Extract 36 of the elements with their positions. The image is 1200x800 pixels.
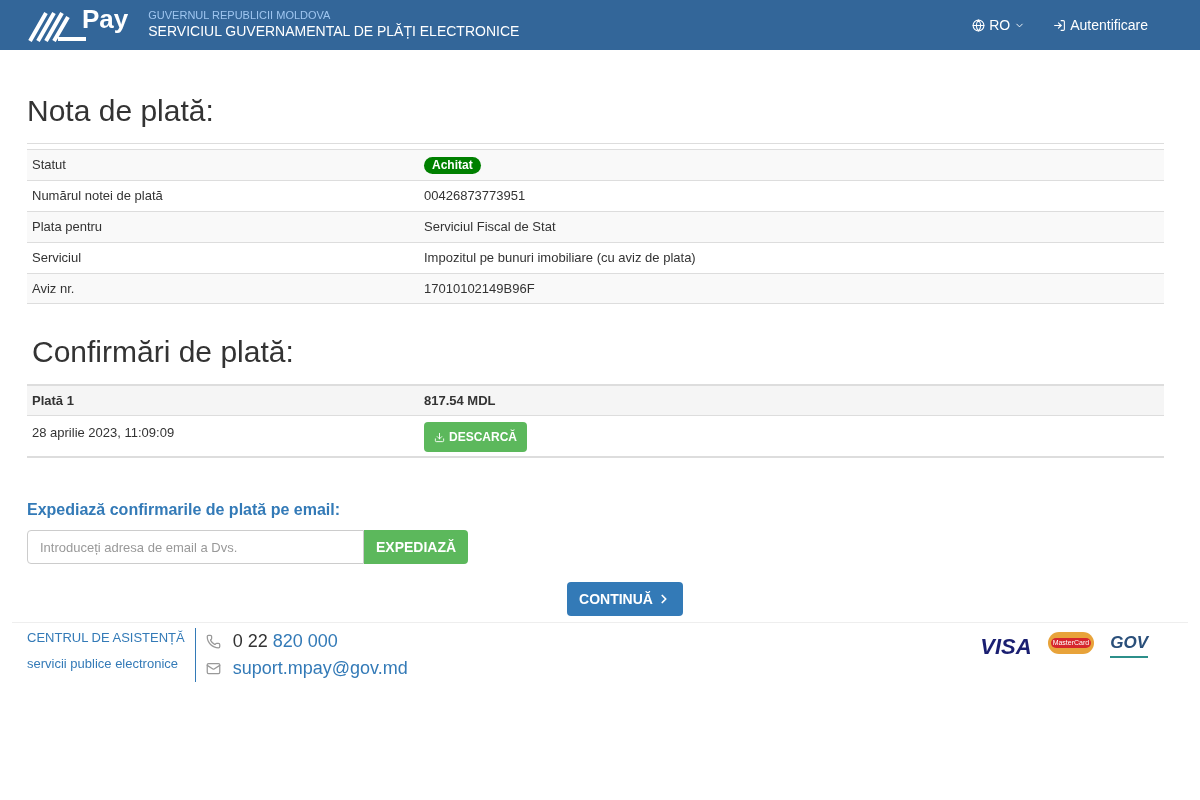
service-name: SERVICIUL GUVERNAMENTAL DE PLĂȚI ELECTRONICE	[148, 23, 520, 41]
page-title: Nota de plată:	[27, 93, 215, 129]
payment-name: Plată 1	[31, 391, 75, 410]
email-heading: Expediază confirmarile de plată pe email:	[27, 500, 341, 520]
section-title: Confirmări de plată:	[31, 334, 295, 370]
login-link[interactable]: Autentificare	[1053, 14, 1148, 36]
status-badge: Achitat	[424, 156, 481, 174]
row-value: 17010102149B96F	[424, 279, 535, 298]
login-icon	[1053, 18, 1067, 32]
download-icon	[434, 431, 445, 443]
email-link[interactable]: suport.mpay@gov.md	[232, 655, 408, 682]
payment-amount: 817.54 MDL	[424, 391, 496, 410]
send-button[interactable]: EXPEDIAZĂ	[364, 530, 469, 564]
row-value: 00426873773951	[424, 187, 526, 206]
row-label: Aviz nr.	[31, 279, 76, 298]
row-label: Serviciul	[31, 249, 83, 268]
logo-text: Pay	[82, 2, 129, 36]
email-field[interactable]: Introduceți adresa de email a Dvs.	[27, 530, 364, 564]
globe-icon	[972, 18, 986, 32]
language-selector[interactable]: RO	[972, 14, 1026, 36]
phone-icon	[205, 634, 221, 649]
support-center-subtitle: servicii publice electronice	[27, 654, 179, 673]
row-value: Serviciul Fiscal de Stat	[424, 218, 556, 237]
continue-button[interactable]: CONTINUĂ	[567, 582, 683, 616]
row-value: Impozitul pe bunuri imobiliare (cu aviz de plata)	[424, 249, 696, 268]
phone-number: 0 22 820 000	[232, 630, 338, 653]
row-label: Statut	[31, 156, 67, 175]
gov-logo: GOV	[1110, 630, 1148, 658]
row-label: Plata pentru	[31, 218, 104, 237]
mail-icon	[205, 661, 221, 676]
card-logo: VISA	[980, 633, 1032, 661]
support-center-title: CENTRUL DE ASISTENȚĂ	[27, 629, 185, 647]
download-button[interactable]: DESCARCĂ	[424, 422, 527, 452]
org-name: GUVERNUL REPUBLICII MOLDOVA	[148, 9, 332, 24]
row-label: Numărul notei de plată	[31, 187, 164, 206]
payment-date: 28 aprilie 2023, 11:09:09	[31, 424, 176, 442]
